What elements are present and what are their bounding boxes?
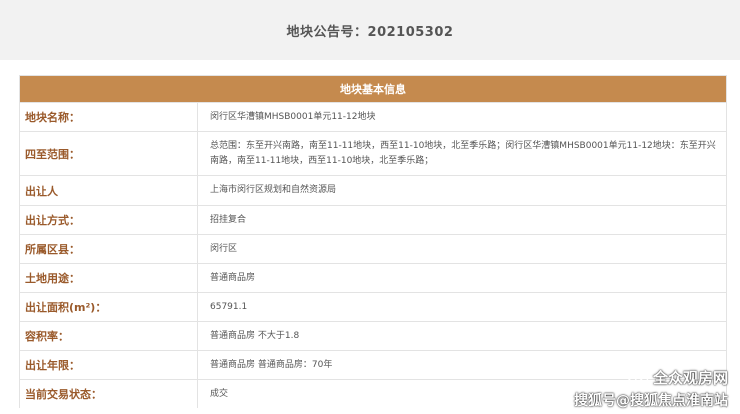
row-value: 闵行区华漕镇MHSB0001单元11-12地块 <box>210 111 376 122</box>
row-value: 65791.1 <box>210 301 248 312</box>
row-value: 闵行区 <box>210 243 238 254</box>
table-row: 出让面积(m²)： 65791.1 <box>20 292 726 321</box>
row-label: 所属区县： <box>20 235 198 263</box>
notice-header: 地块公告号：202105302 <box>0 0 740 60</box>
table-row: 地块名称： 闵行区华漕镇MHSB0001单元11-12地块 <box>20 102 726 131</box>
table-row: 容积率： 普通商品房 不大于1.8 <box>20 321 726 350</box>
notice-title: 地块公告号：202105302 <box>286 24 454 40</box>
row-value: 招挂复合 <box>210 214 247 225</box>
table-row: 土地用途： 普通商品房 <box>20 263 726 292</box>
watermark-brand: 全众观房网 <box>652 369 728 387</box>
row-label: 土地用途： <box>20 264 198 292</box>
row-label: 出让面积(m²)： <box>20 293 198 321</box>
row-label: 当前交易状态： <box>20 380 198 408</box>
table-row: 出让方式： 招挂复合 <box>20 205 726 234</box>
row-label: 地块名称： <box>20 103 198 131</box>
row-label: 出让人 <box>20 176 198 205</box>
row-label: 出让年限： <box>20 351 198 379</box>
row-value: 普通商品房 不大于1.8 <box>210 330 300 341</box>
wechat-icon <box>627 369 649 385</box>
land-info-table: 地块基本信息 地块名称： 闵行区华漕镇MHSB0001单元11-12地块 四至范… <box>19 75 727 408</box>
row-value: 上海市闵行区规划和自然资源局 <box>210 185 337 195</box>
table-row: 所属区县： 闵行区 <box>20 234 726 263</box>
table-caption: 地块基本信息 <box>20 76 726 102</box>
row-label: 容积率： <box>20 322 198 350</box>
watermark: 全众观房网 搜狐号@搜狐焦点淮南站 <box>574 367 728 410</box>
watermark-source: 搜狐号@搜狐焦点淮南站 <box>574 393 728 409</box>
table-row: 四至范围： 总范围：东至开兴南路，南至11-11地块，西至11-10地块，北至季… <box>20 131 726 175</box>
table-row: 出让人 上海市闵行区规划和自然资源局 <box>20 175 726 205</box>
row-label: 四至范围： <box>20 132 198 175</box>
row-value: 普通商品房 <box>210 272 256 283</box>
row-value: 总范围：东至开兴南路，南至11-11地块，西至11-10地块，北至季乐路；闵行区… <box>210 140 716 166</box>
row-label: 出让方式： <box>20 206 198 234</box>
